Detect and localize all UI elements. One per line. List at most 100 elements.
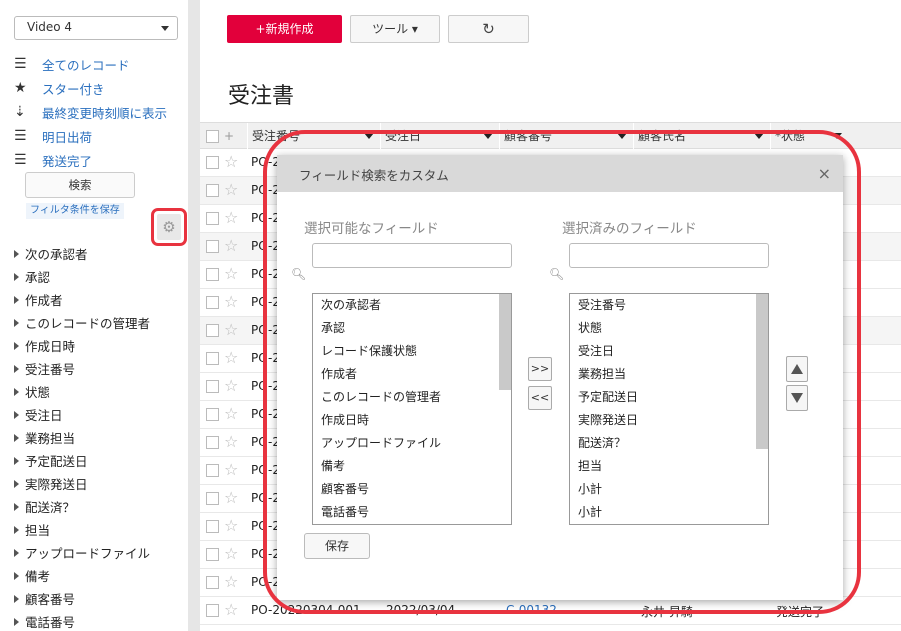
list-item[interactable]: 予定配送日	[570, 386, 768, 409]
row-checkbox[interactable]	[206, 548, 219, 561]
row-checkbox[interactable]	[206, 380, 219, 393]
save-button[interactable]: 保存	[304, 533, 370, 559]
sidebar-field-item[interactable]: このレコードの管理者	[14, 311, 150, 334]
view-item[interactable]: ☰ 全てのレコード	[14, 52, 167, 76]
star-icon[interactable]: ☆	[224, 265, 238, 283]
row-checkbox[interactable]	[206, 576, 219, 589]
row-checkbox[interactable]	[206, 408, 219, 421]
search-button[interactable]: 検索	[25, 172, 135, 198]
col-header-order[interactable]: 受注番号	[247, 123, 380, 149]
refresh-button[interactable]: ↻	[448, 15, 529, 43]
move-down-button[interactable]	[786, 385, 808, 411]
list-item[interactable]: 小計	[570, 478, 768, 501]
sidebar-field-item[interactable]: 予定配送日	[14, 449, 150, 472]
table-row[interactable]: ☆ PO-20220304-001 2022/03/04 C-00132 永井 昇騎 発…	[200, 597, 901, 625]
row-checkbox[interactable]	[206, 296, 219, 309]
star-icon[interactable]: ☆	[224, 321, 238, 339]
list-item[interactable]: 担当	[570, 455, 768, 478]
star-icon[interactable]: ☆	[224, 517, 238, 535]
sidebar-field-item[interactable]: 実際発送日	[14, 472, 150, 495]
view-item[interactable]: ⇣ 最終変更時刻順に表示	[14, 100, 167, 124]
sidebar-field-item[interactable]: 電話番号	[14, 610, 150, 631]
row-checkbox[interactable]	[206, 268, 219, 281]
list-item[interactable]: 顧客番号	[313, 478, 511, 501]
sidebar-field-item[interactable]: 顧客番号	[14, 587, 150, 610]
view-item[interactable]: ☰ 発送完了	[14, 148, 167, 172]
close-icon[interactable]: ×	[818, 164, 831, 183]
view-select[interactable]: Video 4	[14, 16, 178, 40]
row-checkbox[interactable]	[206, 352, 219, 365]
row-checkbox[interactable]	[206, 212, 219, 225]
gear-icon[interactable]: ⚙	[157, 214, 181, 240]
star-icon[interactable]: ☆	[224, 377, 238, 395]
col-header-customer-name[interactable]: 顧客氏名	[633, 123, 770, 149]
list-item[interactable]: 受注番号	[570, 294, 768, 317]
sidebar-field-item[interactable]: 作成日時	[14, 334, 150, 357]
move-up-button[interactable]	[786, 356, 808, 382]
star-icon[interactable]: ☆	[224, 489, 238, 507]
list-item[interactable]: 作成者	[313, 363, 511, 386]
row-checkbox[interactable]	[206, 240, 219, 253]
list-item[interactable]: 備考	[313, 455, 511, 478]
list-item[interactable]: 次の承認者	[313, 294, 511, 317]
row-checkbox[interactable]	[206, 156, 219, 169]
sidebar-field-item[interactable]: 受注日	[14, 403, 150, 426]
row-checkbox[interactable]	[206, 184, 219, 197]
star-icon[interactable]: ☆	[224, 293, 238, 311]
row-checkbox[interactable]	[206, 604, 219, 617]
sidebar-field-item[interactable]: 状態	[14, 380, 150, 403]
selected-filter-input[interactable]	[569, 243, 769, 268]
list-item[interactable]: 承認	[313, 317, 511, 340]
new-record-button[interactable]: +新規作成	[227, 15, 342, 43]
sidebar-field-item[interactable]: 次の承認者	[14, 242, 150, 265]
list-item[interactable]: アップロードファイル	[313, 432, 511, 455]
sidebar-field-item[interactable]: 業務担当	[14, 426, 150, 449]
sidebar-field-item[interactable]: 受注番号	[14, 357, 150, 380]
selected-list-scrollbar[interactable]	[756, 294, 768, 449]
save-filter-link[interactable]: フィルタ条件を保存	[26, 203, 124, 219]
star-icon[interactable]: ☆	[224, 181, 238, 199]
row-checkbox[interactable]	[206, 464, 219, 477]
star-icon[interactable]: ☆	[224, 433, 238, 451]
sidebar-field-item[interactable]: 担当	[14, 518, 150, 541]
list-item[interactable]: 小計	[570, 501, 768, 524]
list-item[interactable]: 受注日	[570, 340, 768, 363]
col-header-status[interactable]: *状態	[770, 123, 848, 149]
view-item[interactable]: ★ スター付き	[14, 76, 167, 100]
star-icon[interactable]: ☆	[224, 153, 238, 171]
list-item[interactable]: レコード保護状態	[313, 340, 511, 363]
select-all-checkbox[interactable]	[206, 130, 219, 143]
remove-field-button[interactable]: <<	[528, 386, 552, 410]
star-icon[interactable]: ☆	[224, 209, 238, 227]
star-icon[interactable]: ☆	[224, 349, 238, 367]
star-icon[interactable]: ☆	[224, 405, 238, 423]
available-filter-input[interactable]	[312, 243, 512, 268]
available-list-scrollbar[interactable]	[499, 294, 511, 390]
add-field-button[interactable]: >>	[528, 357, 552, 381]
col-header-date[interactable]: 受注日	[380, 123, 499, 149]
sidebar-field-item[interactable]: 作成者	[14, 288, 150, 311]
list-item[interactable]: 作成日時	[313, 409, 511, 432]
star-icon[interactable]: ☆	[224, 573, 238, 591]
list-item[interactable]: 状態	[570, 317, 768, 340]
cell-customer-no[interactable]: C-00132	[506, 603, 557, 617]
star-icon[interactable]: ☆	[224, 545, 238, 563]
view-item[interactable]: ☰ 明日出荷	[14, 124, 167, 148]
sidebar-field-item[interactable]: アップロードファイル	[14, 541, 150, 564]
row-checkbox[interactable]	[206, 492, 219, 505]
list-item[interactable]: 実際発送日	[570, 409, 768, 432]
list-item[interactable]: 配送済？	[570, 432, 768, 455]
star-icon[interactable]: ☆	[224, 461, 238, 479]
row-checkbox[interactable]	[206, 436, 219, 449]
tools-button[interactable]: ツール ▾	[350, 15, 440, 43]
selected-fields-list[interactable]: 受注番号 状態 受注日 業務担当 予定配送日 実際発送日 配送済？ 担当 小計 小計	[569, 293, 769, 525]
row-checkbox[interactable]	[206, 324, 219, 337]
list-item[interactable]: 業務担当	[570, 363, 768, 386]
col-header-customer-no[interactable]: 顧客番号	[499, 123, 633, 149]
sidebar-field-item[interactable]: 配送済？	[14, 495, 150, 518]
star-icon[interactable]: ☆	[224, 237, 238, 255]
available-fields-list[interactable]: 次の承認者 承認 レコード保護状態 作成者 このレコードの管理者 作成日時 アップロードファ…	[312, 293, 512, 525]
sidebar-field-item[interactable]: 備考	[14, 564, 150, 587]
list-item[interactable]: 電話番号	[313, 501, 511, 524]
row-checkbox[interactable]	[206, 520, 219, 533]
